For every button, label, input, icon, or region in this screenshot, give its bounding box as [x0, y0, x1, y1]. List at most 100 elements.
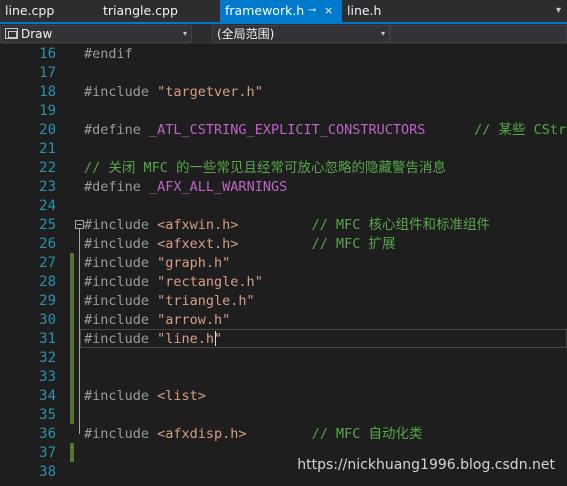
code-token: "rectangle.h" [157, 274, 263, 290]
code-line[interactable]: 30 #include "arrow.h" [0, 311, 567, 330]
code-token: <afxext.h> [157, 236, 239, 252]
member-dropdown[interactable] [390, 25, 567, 43]
code-line[interactable]: 17 [0, 64, 567, 83]
code-token: #include [84, 331, 158, 347]
line-number: 21 [39, 141, 56, 157]
code-token: "triangle.h" [157, 293, 255, 309]
code-token: // 关闭 MFC 的一些常见且经常可放心忽略的隐藏警告消息 [84, 160, 447, 176]
code-token: "arrow.h" [157, 312, 231, 328]
code-line[interactable]: 26 #include <afxext.h> // MFC 扩展 [0, 235, 567, 254]
tab-label: framework.h [225, 3, 305, 18]
code-text: #include "rectangle.h" [84, 273, 263, 292]
line-number: 35 [39, 407, 56, 423]
line-number: 34 [39, 388, 56, 404]
code-token: #endif [84, 46, 133, 62]
line-number: 27 [39, 255, 56, 271]
code-editor[interactable]: 16 #endif 17 18 #include "targetver.h" 19 20 #d… [0, 44, 567, 486]
code-text: #include "line.h" [84, 330, 222, 349]
code-line[interactable]: 24 [0, 197, 567, 216]
code-line[interactable]: 33 [0, 368, 567, 387]
tab-overflow-icon[interactable]: ▾ [556, 0, 561, 22]
scope-dropdown[interactable]: (全局范围) ▾ [212, 25, 390, 43]
tab-label: line.h [347, 3, 382, 18]
code-line[interactable]: 34 #include <list> [0, 387, 567, 406]
code-text: // 关闭 MFC 的一些常见且经常可放心忽略的隐藏警告消息 [84, 159, 446, 178]
code-token: <afxdisp.h> [157, 426, 247, 442]
code-token: "targetver.h" [157, 84, 263, 100]
code-line[interactable]: 25 #include <afxwin.h> // MFC 核心组件和标准组件 [0, 216, 567, 235]
code-line[interactable]: 22 // 关闭 MFC 的一些常见且经常可放心忽略的隐藏警告消息 [0, 159, 567, 178]
line-number: 20 [39, 122, 56, 138]
code-token: // MFC 核心组件和标准组件 [238, 217, 490, 233]
code-token: _ATL_CSTRING_EXPLICIT_CONSTRUCTORS [149, 122, 426, 138]
code-token: _AFX_ALL_WARNINGS [149, 179, 288, 195]
line-number: 29 [39, 293, 56, 309]
line-number: 17 [39, 65, 56, 81]
code-line[interactable]: 18 #include "targetver.h" [0, 83, 567, 102]
code-token: #include [84, 84, 158, 100]
code-token: #define [84, 179, 150, 195]
code-line[interactable]: 29 #include "triangle.h" [0, 292, 567, 311]
code-line[interactable]: 28 #include "rectangle.h" [0, 273, 567, 292]
tab-triangle-cpp[interactable]: triangle.cpp [98, 0, 220, 22]
code-line[interactable]: 19 [0, 102, 567, 121]
code-token: "graph.h" [157, 255, 231, 271]
line-number: 24 [39, 198, 56, 214]
scope-dropdown-value: (全局范围) [217, 27, 275, 41]
code-text: #define _AFX_ALL_WARNINGS [84, 178, 287, 197]
code-text: #include <afxdisp.h> // MFC 自动化类 [84, 425, 422, 444]
code-line[interactable]: 32 [0, 349, 567, 368]
line-number: 23 [39, 179, 56, 195]
code-token: #include [84, 255, 158, 271]
tab-line-h[interactable]: line.h [342, 0, 422, 22]
code-line[interactable]: 35 [0, 406, 567, 425]
class-dropdown-value: Draw [21, 27, 53, 41]
code-line[interactable]: 27 #include "graph.h" [0, 254, 567, 273]
line-number: 22 [39, 160, 56, 176]
close-icon[interactable]: × [324, 0, 333, 22]
line-number: 36 [39, 426, 56, 442]
code-text: #include "triangle.h" [84, 292, 255, 311]
line-number: 37 [39, 445, 56, 461]
class-dropdown[interactable]: Draw ▾ [0, 25, 192, 43]
code-line[interactable]: 23 #define _AFX_ALL_WARNINGS [0, 178, 567, 197]
code-text: #include "targetver.h" [84, 83, 263, 102]
code-token: #include [84, 293, 158, 309]
code-token: #include [84, 426, 158, 442]
line-number: 32 [39, 350, 56, 366]
tab-label: line.cpp [5, 3, 55, 18]
line-number: 26 [39, 236, 56, 252]
class-icon [5, 28, 18, 39]
chevron-down-icon: ▾ [182, 29, 187, 38]
document-tab-bar: line.cpp triangle.cpp framework.h ⊸ × li… [0, 0, 567, 24]
line-number: 38 [39, 464, 56, 480]
line-number: 19 [39, 103, 56, 119]
code-text: #include <afxwin.h> // MFC 核心组件和标准组件 [84, 216, 490, 235]
tab-line-cpp[interactable]: line.cpp [0, 0, 98, 22]
line-number: 18 [39, 84, 56, 100]
code-token: // MFC 自动化类 [246, 426, 423, 442]
code-token: #include [84, 388, 158, 404]
tab-framework-h[interactable]: framework.h ⊸ × [220, 0, 342, 22]
line-number: 31 [39, 331, 56, 347]
code-text: #include <list> [84, 387, 206, 406]
line-number: 33 [39, 369, 56, 385]
code-line[interactable]: 36 #include <afxdisp.h> // MFC 自动化类 [0, 425, 567, 444]
code-token: // MFC 扩展 [238, 236, 396, 252]
chevron-down-icon: ▾ [380, 29, 385, 38]
tab-label: triangle.cpp [103, 3, 178, 18]
navigation-bar: Draw ▾ (全局范围) ▾ [0, 24, 567, 44]
line-number: 28 [39, 274, 56, 290]
code-token: // 某些 CStrin [425, 122, 567, 138]
code-line[interactable]: 20 #define _ATL_CSTRING_EXPLICIT_CONSTRUC… [0, 121, 567, 140]
code-line[interactable]: 16 #endif [0, 45, 567, 64]
code-token: <afxwin.h> [157, 217, 239, 233]
code-token: #define [84, 122, 150, 138]
code-line[interactable]: 21 [0, 140, 567, 159]
watermark: https://nickhuang1996.blog.csdn.net [297, 457, 555, 473]
pin-icon[interactable]: ⊸ [308, 0, 316, 22]
code-token: "line.h" [157, 331, 223, 347]
code-token: #include [84, 236, 158, 252]
code-line[interactable]: 31 #include "line.h" [0, 330, 567, 349]
code-token: #include [84, 217, 158, 233]
